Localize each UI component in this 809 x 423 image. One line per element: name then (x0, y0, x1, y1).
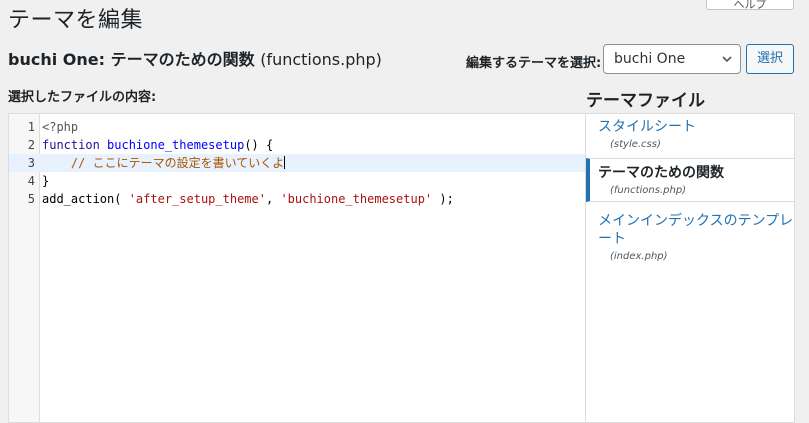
code-text: <?php (42, 118, 78, 136)
theme-select[interactable]: buchi One (603, 44, 741, 74)
select-theme-button[interactable]: 選択 (746, 44, 794, 74)
theme-files-heading: テーマファイル (586, 91, 705, 111)
theme-file-item[interactable]: スタイルシート (style.css) (586, 118, 794, 150)
line-number: 3 (27, 156, 35, 170)
theme-file-name[interactable]: メインインデックスのテンプレート (598, 212, 794, 248)
help-button[interactable]: ヘルプ (706, 0, 794, 10)
code-token: () { (244, 138, 274, 152)
code-token: , (265, 192, 281, 206)
code-line[interactable]: 3 // ここにテーマの設定を書いていくよ (9, 154, 585, 172)
theme-select-label: 編集するテーマを選択: (466, 56, 602, 71)
line-number: 1 (27, 120, 35, 134)
code-token: 'after_setup_theme' (128, 192, 266, 206)
theme-select-value: buchi One (614, 51, 686, 67)
theme-file-path: (functions.php) (610, 185, 687, 196)
theme-file-path: (index.php) (610, 251, 668, 262)
line-number: 4 (27, 174, 35, 188)
line-number: 2 (27, 138, 35, 152)
code-line[interactable]: 4} (9, 172, 585, 190)
file-name: (functions.php) (260, 50, 382, 69)
code-text: add_action( 'after_setup_theme', 'buchio… (42, 190, 454, 208)
text-cursor (284, 156, 286, 169)
chevron-down-icon (722, 56, 732, 63)
theme-name: buchi One: (8, 50, 106, 69)
file-description: テーマのための関数 (110, 50, 255, 69)
theme-file-item-current[interactable]: テーマのための関数 (functions.php) (586, 158, 794, 202)
code-text: function buchione_themesetup() { (42, 136, 273, 154)
code-editor[interactable]: 1 <?php 2 function buchione_themesetup() {3… (8, 113, 586, 423)
code-token: buchione_themesetup (107, 138, 245, 152)
file-heading: buchi One: テーマのための関数 (functions.php) (8, 46, 382, 70)
code-token: <?php (42, 120, 79, 134)
code-token: // ここにテーマの設定を書いていくよ (70, 156, 285, 170)
code-line[interactable]: 1 <?php (9, 118, 585, 136)
page-title: テーマを編集 (8, 8, 144, 33)
line-number: 5 (27, 192, 35, 206)
theme-file-path: (style.css) (610, 139, 661, 150)
code-text: // ここにテーマの設定を書いていくよ (42, 154, 286, 172)
code-line[interactable]: 2 function buchione_themesetup() { (9, 136, 585, 154)
code-token: ); (432, 192, 454, 206)
theme-file-name[interactable]: テーマのための関数 (598, 164, 794, 182)
code-token: function (42, 138, 100, 152)
code-text: } (42, 172, 49, 190)
code-token: add_action( (42, 192, 129, 206)
code-token: 'buchione_themesetup' (280, 192, 433, 206)
theme-file-item[interactable]: メインインデックスのテンプレート (index.php) (586, 212, 794, 262)
file-content-label: 選択したファイルの内容: (8, 90, 157, 105)
theme-file-name[interactable]: スタイルシート (598, 118, 794, 136)
theme-file-list: スタイルシート (style.css) テーマのための関数 (functions.ph… (586, 113, 795, 423)
code-token: } (42, 174, 50, 188)
code-line[interactable]: 5 add_action( 'after_setup_theme', 'buchi… (9, 190, 585, 208)
